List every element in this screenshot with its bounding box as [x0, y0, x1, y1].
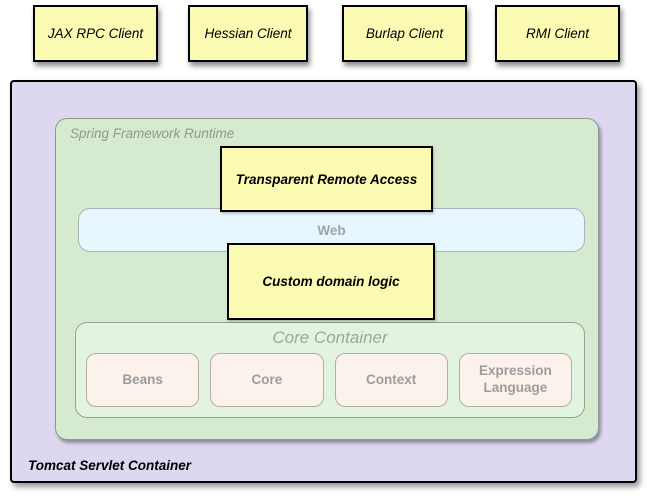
architecture-diagram: JAX RPC Client Hessian Client Burlap Cli… — [0, 0, 647, 500]
core-container-modules: Beans Core Context Expression Language — [86, 353, 572, 407]
spring-framework-runtime-label: Spring Framework Runtime — [70, 126, 234, 141]
jax-rpc-client-box: JAX RPC Client — [33, 5, 158, 62]
custom-domain-logic-box: Custom domain logic — [227, 243, 435, 320]
custom-domain-logic-label: Custom domain logic — [262, 274, 399, 289]
module-context-label: Context — [366, 372, 416, 389]
module-core-label: Core — [251, 372, 282, 389]
module-expression-language: Expression Language — [459, 353, 572, 407]
module-beans: Beans — [86, 353, 199, 407]
transparent-remote-access-box: Transparent Remote Access — [220, 146, 433, 212]
module-context: Context — [335, 353, 448, 407]
spring-framework-runtime: Spring Framework Runtime Web Transparent… — [55, 118, 599, 440]
burlap-client-label: Burlap Client — [366, 26, 443, 41]
burlap-client-box: Burlap Client — [342, 5, 467, 62]
module-beans-label: Beans — [122, 372, 163, 389]
module-expression-language-label: Expression Language — [466, 363, 565, 397]
tomcat-servlet-container-label: Tomcat Servlet Container — [28, 458, 191, 473]
hessian-client-label: Hessian Client — [204, 26, 291, 41]
hessian-client-box: Hessian Client — [188, 5, 308, 62]
module-core: Core — [210, 353, 323, 407]
web-layer-label: Web — [317, 223, 345, 238]
jax-rpc-client-label: JAX RPC Client — [48, 26, 143, 41]
tomcat-servlet-container: Spring Framework Runtime Web Transparent… — [10, 80, 637, 483]
transparent-remote-access-label: Transparent Remote Access — [236, 172, 418, 187]
rmi-client-label: RMI Client — [526, 26, 589, 41]
core-container: Core Container Beans Core Context Expres… — [75, 322, 585, 418]
rmi-client-box: RMI Client — [495, 5, 620, 62]
core-container-title: Core Container — [76, 328, 584, 348]
